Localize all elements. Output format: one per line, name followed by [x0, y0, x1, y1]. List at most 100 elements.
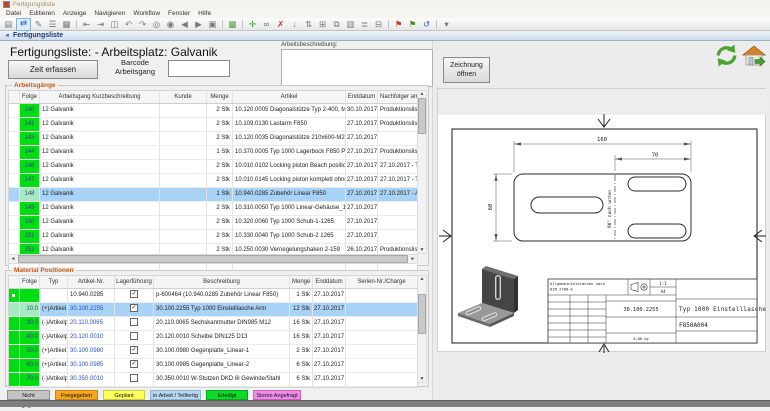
- column-header[interactable]: Artikel: [233, 91, 346, 103]
- menu-hilfe[interactable]: Hilfe: [194, 10, 215, 17]
- transfer-icon[interactable]: ⇅: [302, 19, 315, 30]
- row-selector[interactable]: [9, 303, 20, 316]
- legend-in-arbeit-teilfertig[interactable]: in Arbeit / Teilfertig: [150, 390, 201, 400]
- lagerfuehrung-checkbox[interactable]: [130, 332, 138, 340]
- scroll-up-icon[interactable]: ▲: [418, 91, 426, 97]
- flag-green-icon[interactable]: ⚑: [406, 19, 419, 30]
- table-row[interactable]: 14012 Galvanik2 Stk10.120.0005 Diagonals…: [9, 104, 417, 118]
- menu-fenster[interactable]: Fenster: [164, 10, 194, 17]
- column-header[interactable]: Nachfolger am: [378, 91, 417, 103]
- scroll-up-icon[interactable]: ▲: [418, 276, 426, 282]
- column-header[interactable]: Artikel-Nr.: [68, 276, 115, 288]
- more-icon[interactable]: ▾: [440, 19, 453, 30]
- table-icon[interactable]: ⊟: [372, 19, 385, 30]
- find-next-icon[interactable]: ◉: [164, 19, 177, 30]
- legend-freigegeben[interactable]: Freigegeben: [55, 390, 98, 400]
- row-selector[interactable]: [9, 331, 20, 344]
- column-header[interactable]: Beschreibung: [154, 276, 290, 288]
- refresh-icon[interactable]: [714, 43, 739, 68]
- row-selector[interactable]: [9, 317, 20, 330]
- row-selector[interactable]: [9, 146, 20, 159]
- zeichnung-oeffnen-button[interactable]: Zeichnung öffnen: [443, 57, 490, 83]
- column-header[interactable]: Lagerführung: [115, 276, 154, 288]
- next-record-icon[interactable]: ▶: [192, 19, 205, 30]
- row-selector[interactable]: [9, 345, 20, 358]
- link-icon[interactable]: ∞: [260, 19, 273, 30]
- table-row[interactable]: 14912 Galvanik2 Stk10.310.0050 Typ 1000 …: [9, 202, 417, 216]
- lagerfuehrung-checkbox[interactable]: ✓: [130, 346, 138, 354]
- list-view-icon[interactable]: ☰: [46, 19, 59, 30]
- arbeitsgaenge-hscrollbar[interactable]: ◄ ►: [8, 254, 418, 264]
- table-row[interactable]: 14112 Galvanik2 Stk10.109.0130 Lastarm F…: [9, 118, 417, 132]
- scrollbar-thumb[interactable]: [418, 98, 426, 134]
- table-row[interactable]: 14712 Galvanik2 Stk10.010.0145 Locking p…: [9, 174, 417, 188]
- save-icon[interactable]: ◫: [108, 19, 121, 30]
- menu-workflow[interactable]: Workflow: [129, 10, 164, 17]
- table-row[interactable]: 14812 Galvanik1 Stk10.940.0285 Zubehör L…: [9, 188, 417, 202]
- column-header[interactable]: Arbeitsgang Kurzbeschreibung: [40, 91, 160, 103]
- lagerfuehrung-checkbox[interactable]: [130, 318, 138, 326]
- stop-icon[interactable]: ▣: [206, 19, 219, 30]
- legend-nicht-freigegeben[interactable]: Nicht freigegeben: [7, 390, 50, 400]
- scroll-right-icon[interactable]: ►: [409, 256, 417, 262]
- scroll-down-icon[interactable]: ▼: [418, 376, 426, 382]
- table-row[interactable]: 15012 Galvanik2 Stk10.320.0060 Typ 1000 …: [9, 216, 417, 230]
- lagerfuehrung-checkbox[interactable]: ✓: [130, 360, 138, 368]
- column-header[interactable]: Enddatum: [346, 91, 378, 103]
- lagerfuehrung-checkbox[interactable]: ✓: [130, 290, 138, 298]
- lagerfuehrung-checkbox[interactable]: [130, 374, 138, 382]
- scroll-down-icon[interactable]: ▼: [418, 247, 426, 253]
- table-row[interactable]: 30.0(-)Artikelp...20.110.006520.110.0065…: [9, 317, 417, 331]
- column-header[interactable]: Menge: [290, 276, 313, 288]
- scroll-left-icon[interactable]: ◄: [9, 256, 17, 262]
- table-row[interactable]: 14612 Galvanik2 Stk10.010.0102 Locking p…: [9, 160, 417, 174]
- row-selector[interactable]: [9, 202, 20, 215]
- row-selector[interactable]: [9, 118, 20, 131]
- column-header[interactable]: Typ: [40, 276, 68, 288]
- table-row[interactable]: 70.0(-)Artikelp...30.350.001030.350.0010…: [9, 373, 417, 387]
- last-record-icon[interactable]: ⇥: [94, 19, 107, 30]
- home-exit-icon[interactable]: [742, 44, 766, 68]
- undo-icon[interactable]: ↶: [122, 19, 135, 30]
- arbeitsbeschreibung-textarea[interactable]: [281, 49, 433, 87]
- lagerfuehrung-checkbox[interactable]: ✓: [130, 304, 138, 312]
- legend-storno-angefragt[interactable]: Storno Angefragt: [253, 390, 301, 400]
- image-icon[interactable]: ▩: [226, 19, 239, 30]
- chart-icon[interactable]: ▥: [344, 19, 357, 30]
- form-icon[interactable]: ⊞: [316, 19, 329, 30]
- download-icon[interactable]: ↓: [288, 19, 301, 30]
- search-icon[interactable]: ◎: [150, 19, 163, 30]
- arbeitsgaenge-vscrollbar[interactable]: ▲ ▼: [417, 90, 427, 254]
- material-vscrollbar[interactable]: ▲ ▼: [417, 275, 427, 383]
- row-selector[interactable]: [9, 373, 20, 386]
- legend-geplant[interactable]: Geplant: [103, 390, 145, 400]
- table-row[interactable]: 15112 Galvanik2 Stk10.330.0040 Typ 1000 …: [9, 230, 417, 244]
- row-selector[interactable]: [9, 289, 20, 302]
- switch-view-icon[interactable]: ⇄: [16, 18, 31, 31]
- row-selector[interactable]: [9, 359, 20, 372]
- column-header[interactable]: Kunde: [160, 91, 207, 103]
- row-selector[interactable]: [9, 188, 20, 201]
- table-row[interactable]: 10.940.0285✓p-600464 (10.940.0285 Zubehö…: [9, 289, 417, 303]
- delete-icon[interactable]: ✗: [274, 19, 287, 30]
- table-row[interactable]: 50.0(+)Artikel...30.100.0980✓30.100.0980…: [9, 345, 417, 359]
- edit-icon[interactable]: ✎: [32, 19, 45, 30]
- zeit-erfassen-button[interactable]: Zeit erfassen: [8, 60, 98, 79]
- add-icon[interactable]: ✛: [246, 19, 259, 30]
- scrollbar-thumb[interactable]: [418, 294, 426, 334]
- menu-datei[interactable]: Datei: [2, 10, 25, 17]
- table-row[interactable]: 40.0(-)Artikelp...20.120.001020.120.0010…: [9, 331, 417, 345]
- grid-view-icon[interactable]: ▦: [60, 19, 73, 30]
- redo-icon[interactable]: ↷: [136, 19, 149, 30]
- tab-fertigungsliste[interactable]: Fertigungsliste: [13, 32, 63, 39]
- flag-red-icon[interactable]: ⚑: [392, 19, 405, 30]
- column-header[interactable]: Enddatum: [313, 276, 346, 288]
- row-selector[interactable]: [9, 104, 20, 117]
- column-header[interactable]: Folge: [20, 276, 40, 288]
- row-selector[interactable]: [9, 160, 20, 173]
- row-selector[interactable]: [9, 216, 20, 229]
- column-header[interactable]: Serien-Nr./Charge: [346, 276, 417, 288]
- row-selector[interactable]: [9, 174, 20, 187]
- menu-anzeige[interactable]: Anzeige: [59, 10, 91, 17]
- first-record-icon[interactable]: ⇤: [80, 19, 93, 30]
